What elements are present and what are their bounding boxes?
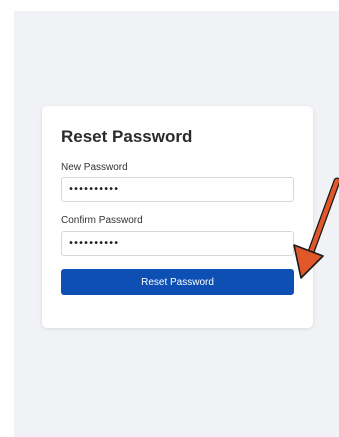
new-password-label: New Password [61, 162, 128, 173]
confirm-password-label: Confirm Password [61, 215, 143, 226]
reset-password-card: Reset Password New Password •••••••••• C… [42, 106, 313, 328]
confirm-password-field[interactable]: •••••••••• [61, 231, 294, 256]
new-password-field[interactable]: •••••••••• [61, 177, 294, 202]
reset-password-button[interactable]: Reset Password [61, 269, 294, 295]
page-title: Reset Password [61, 127, 193, 146]
